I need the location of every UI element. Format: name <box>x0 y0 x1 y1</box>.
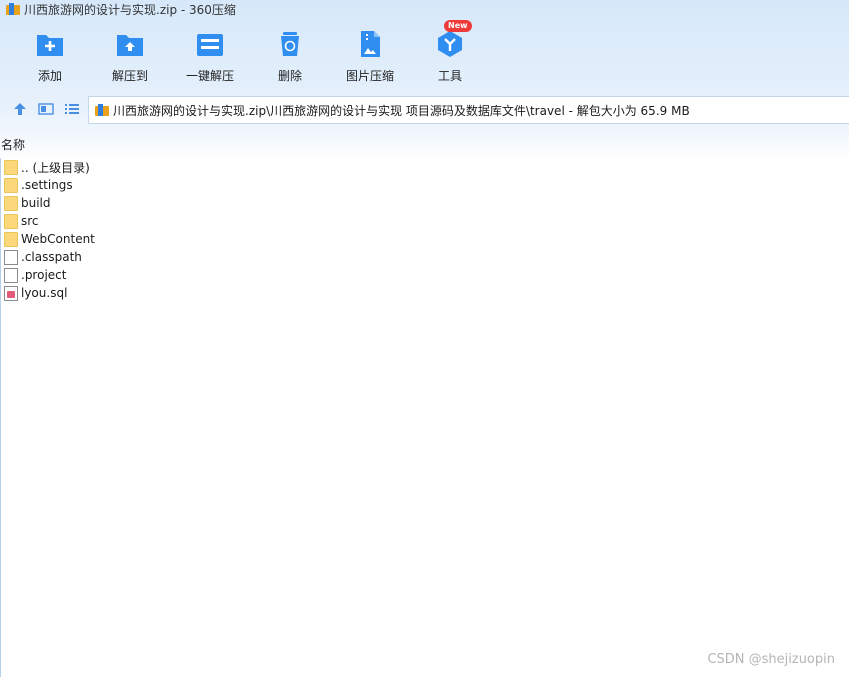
file-icon <box>4 249 18 265</box>
extract-to-button[interactable]: 解压到 <box>90 26 170 84</box>
image-compress-icon <box>361 31 380 57</box>
column-name-header[interactable]: 名称 <box>0 136 25 153</box>
list-item[interactable]: src <box>0 212 849 230</box>
window-title: 川西旅游网的设计与实现.zip - 360压缩 <box>24 2 236 17</box>
folder-icon <box>4 213 18 229</box>
file-name: .project <box>21 268 67 282</box>
folder-icon <box>4 195 18 211</box>
add-button[interactable]: 添加 <box>10 26 90 84</box>
file-name: lyou.sql <box>21 286 68 300</box>
extract-to-button-label: 解压到 <box>111 69 148 83</box>
title-bar: 川西旅游网的设计与实现.zip - 360压缩 <box>0 0 236 18</box>
add-folder-icon <box>37 35 63 56</box>
list-item[interactable]: build <box>0 194 849 212</box>
add-button-label: 添加 <box>37 69 62 83</box>
tools-button-label: 工具 <box>437 69 462 83</box>
file-name: build <box>21 196 51 210</box>
navigation-bar: 川西旅游网的设计与实现.zip\川西旅游网的设计与实现 项目源码及数据库文件\t… <box>0 95 849 125</box>
list-item[interactable]: lyou.sql <box>0 284 849 302</box>
list-item[interactable]: .settings <box>0 176 849 194</box>
file-list: .. (上级目录) .settings build src WebContent… <box>0 158 849 302</box>
delete-button-label: 删除 <box>277 69 302 83</box>
file-name: src <box>21 214 39 228</box>
list-item[interactable]: WebContent <box>0 230 849 248</box>
file-name: WebContent <box>21 232 95 246</box>
file-name: .classpath <box>21 250 82 264</box>
image-compress-button-label: 图片压缩 <box>345 69 394 83</box>
archive-icon <box>6 3 20 15</box>
sql-file-icon <box>4 285 18 301</box>
address-path: 川西旅游网的设计与实现.zip\川西旅游网的设计与实现 项目源码及数据库文件\t… <box>113 103 690 118</box>
folder-icon <box>4 159 18 175</box>
folder-icon <box>4 231 18 247</box>
file-name: .settings <box>21 178 73 192</box>
tools-icon <box>438 31 462 57</box>
address-bar[interactable]: 川西旅游网的设计与实现.zip\川西旅游网的设计与实现 项目源码及数据库文件\t… <box>88 96 849 124</box>
column-header: 名称 <box>0 134 25 154</box>
delete-icon <box>281 32 299 56</box>
one-click-extract-button-label: 一键解压 <box>185 69 234 83</box>
archive-icon <box>95 104 109 116</box>
thumbnail-view-icon[interactable] <box>38 101 54 117</box>
image-compress-button[interactable]: 图片压缩 <box>330 26 410 84</box>
extract-to-icon <box>117 35 143 56</box>
folder-icon <box>4 177 18 193</box>
file-icon <box>4 267 18 283</box>
list-view-icon[interactable] <box>64 101 80 117</box>
up-arrow-icon[interactable] <box>12 101 28 117</box>
tools-button[interactable]: 工具 <box>410 26 490 84</box>
list-item[interactable]: .classpath <box>0 248 849 266</box>
file-name: .. (上级目录) <box>21 160 90 175</box>
one-click-extract-icon <box>197 34 223 56</box>
watermark: CSDN @shejizuopin <box>707 652 835 667</box>
new-badge: New <box>444 20 472 32</box>
toolbar: 添加 解压到 一键解压 删除 图片压缩 工具 <box>10 26 490 84</box>
one-click-extract-button[interactable]: 一键解压 <box>170 26 250 84</box>
list-item-parent-directory[interactable]: .. (上级目录) <box>0 158 849 176</box>
list-item[interactable]: .project <box>0 266 849 284</box>
delete-button[interactable]: 删除 <box>250 26 330 84</box>
